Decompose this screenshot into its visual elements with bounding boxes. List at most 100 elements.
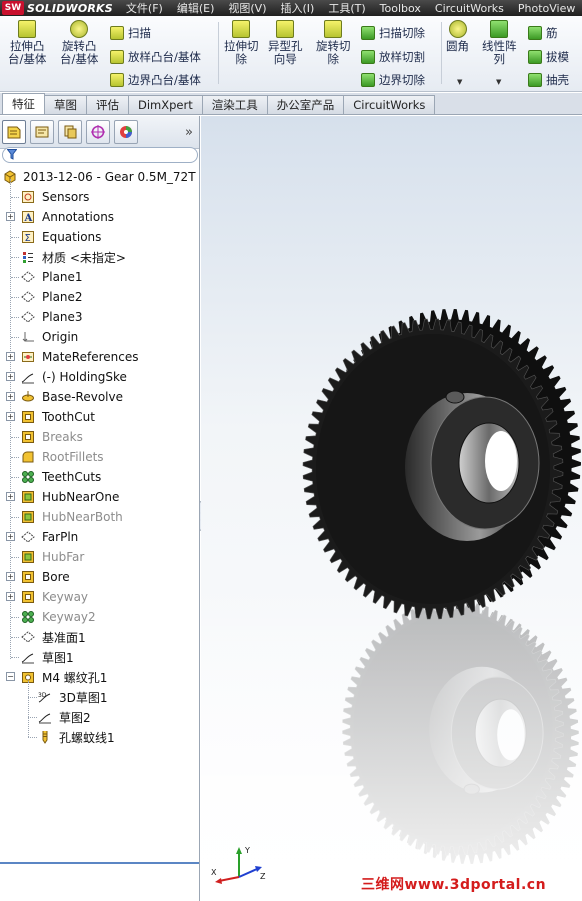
app-logo[interactable]: SW SOLIDWORKS xyxy=(0,0,113,16)
tree-root-label: 2013-12-06 - Gear 0.5M_72T xyxy=(23,170,196,184)
feature-manager-tab-icon[interactable] xyxy=(2,120,26,144)
linear-pattern-button[interactable]: 线性阵 列 xyxy=(482,20,517,66)
tab-circuitworks[interactable]: CircuitWorks xyxy=(343,95,436,114)
menu-photoview[interactable]: PhotoView xyxy=(511,2,582,15)
menu-bar: SW SOLIDWORKS 文件(F) 编辑(E) 视图(V) 插入(I) 工具… xyxy=(0,0,582,16)
extrude-boss-button[interactable]: 拉伸凸 台/基体 xyxy=(8,20,46,66)
loft-boss-button[interactable]: 放样凸台/基体 xyxy=(110,49,201,65)
tree-item[interactable]: Origin xyxy=(0,327,199,347)
menu-toolbox[interactable]: Toolbox xyxy=(373,2,428,15)
tree-item[interactable]: + Base-Revolve xyxy=(0,387,199,407)
extrude-cut-button[interactable]: 拉伸切 除 xyxy=(224,20,259,66)
tree-item[interactable]: Plane3 xyxy=(0,307,199,327)
svg-text:Σ: Σ xyxy=(25,233,31,244)
revolve-boss-button[interactable]: 旋转凸 台/基体 xyxy=(60,20,98,66)
tree-expander-icon[interactable]: + xyxy=(6,532,15,541)
hole-wizard-label-2: 向导 xyxy=(273,52,297,66)
lofted-cut-button[interactable]: 放样切割 xyxy=(361,49,425,65)
boundary-boss-button[interactable]: 边界凸台/基体 xyxy=(110,72,201,88)
tree-item[interactable]: + Bore xyxy=(0,567,199,587)
tree-expander-icon[interactable]: + xyxy=(6,572,15,581)
tree-item[interactable]: 材质 <未指定> xyxy=(0,247,199,267)
tree-item[interactable]: + Keyway xyxy=(0,587,199,607)
configuration-manager-tab-icon[interactable] xyxy=(58,120,82,144)
tree-item-label: Keyway xyxy=(42,590,89,604)
swept-cut-button[interactable]: 扫描切除 xyxy=(361,25,425,41)
tree-item-label: MateReferences xyxy=(42,350,139,364)
sweep-button[interactable]: 扫描 xyxy=(110,25,151,41)
solidworks-logo-icon: SW xyxy=(2,1,24,15)
tree-item[interactable]: − M4 螺纹孔1 xyxy=(0,667,199,687)
tree-item[interactable]: Keyway2 xyxy=(0,607,199,627)
tree-item[interactable]: TeethCuts xyxy=(0,467,199,487)
hole-wizard-button[interactable]: 异型孔 向导 xyxy=(268,20,303,66)
tree-item[interactable]: Sensors xyxy=(0,187,199,207)
shell-button[interactable]: 抽壳 xyxy=(528,72,569,88)
menu-file[interactable]: 文件(F) xyxy=(119,0,170,16)
tree-item[interactable]: Breaks xyxy=(0,427,199,447)
tree-item[interactable]: Σ Equations xyxy=(0,227,199,247)
draft-button[interactable]: 拔模 xyxy=(528,49,569,65)
triad-x-label: X xyxy=(211,868,217,877)
tree-item[interactable]: + FarPln xyxy=(0,527,199,547)
tree-item[interactable]: 孔螺蚊线1 xyxy=(0,727,199,747)
tab-render-tools[interactable]: 渲染工具 xyxy=(201,95,268,114)
tree-expander-icon[interactable]: + xyxy=(6,412,15,421)
tree-expander-icon[interactable]: − xyxy=(6,672,15,681)
menu-view[interactable]: 视图(V) xyxy=(221,0,273,16)
tree-item[interactable]: 草图2 xyxy=(0,707,199,727)
panel-more-chevron-icon[interactable]: » xyxy=(185,125,193,140)
tree-expander-icon[interactable]: + xyxy=(6,492,15,501)
fillet-dropdown-icon[interactable]: ▼ xyxy=(457,78,462,86)
gear-model[interactable] xyxy=(201,116,582,901)
tree-item-label: 材质 <未指定> xyxy=(42,250,126,265)
fillet-button[interactable]: 圆角 xyxy=(446,20,469,53)
tree-item[interactable]: 基准面1 xyxy=(0,627,199,647)
rib-button[interactable]: 筋 xyxy=(528,25,558,41)
tab-sketch[interactable]: 草图 xyxy=(44,95,87,114)
tree-item[interactable]: + (-) HoldingSke xyxy=(0,367,199,387)
feature-tree-filter[interactable] xyxy=(2,147,198,163)
display-manager-tab-icon[interactable] xyxy=(114,120,138,144)
tree-item[interactable]: Plane2 xyxy=(0,287,199,307)
tab-dimxpert[interactable]: DimXpert xyxy=(128,95,203,114)
pattern-icon xyxy=(21,610,35,624)
tree-item-label: Plane3 xyxy=(42,310,83,324)
menu-insert[interactable]: 插入(I) xyxy=(274,0,322,16)
revolve-cut-button[interactable]: 旋转切 除 xyxy=(316,20,351,66)
ribbon-separator xyxy=(218,22,219,84)
tree-item[interactable]: + HubNearOne xyxy=(0,487,199,507)
tree-item[interactable]: 草图1 xyxy=(0,647,199,667)
boundary-cut-button[interactable]: 边界切除 xyxy=(361,72,425,88)
menu-tools[interactable]: 工具(T) xyxy=(321,0,372,16)
dimxpert-manager-tab-icon[interactable] xyxy=(86,120,110,144)
tree-expander-icon[interactable]: + xyxy=(6,592,15,601)
tree-item[interactable]: + A Annotations xyxy=(0,207,199,227)
tree-item[interactable]: HubNearBoth xyxy=(0,507,199,527)
tree-item[interactable]: 3D 3D草图1 xyxy=(0,687,199,707)
tree-item[interactable]: + MateReferences xyxy=(0,347,199,367)
menu-edit[interactable]: 编辑(E) xyxy=(170,0,222,16)
linear-pattern-dropdown-icon[interactable]: ▼ xyxy=(496,78,501,86)
tab-office-products[interactable]: 办公室产品 xyxy=(266,95,345,114)
menu-circuitworks[interactable]: CircuitWorks xyxy=(428,2,511,15)
cut-icon xyxy=(21,590,35,604)
property-manager-tab-icon[interactable] xyxy=(30,120,54,144)
tree-expander-icon[interactable]: + xyxy=(6,392,15,401)
tree-expander-icon[interactable]: + xyxy=(6,352,15,361)
tree-item[interactable]: + ToothCut xyxy=(0,407,199,427)
triad-y-label: Y xyxy=(244,846,250,855)
tree-item-label: 孔螺蚊线1 xyxy=(59,730,115,745)
tree-expander-icon[interactable]: + xyxy=(6,212,15,221)
tree-item-label: 草图2 xyxy=(59,710,91,725)
tree-item[interactable]: HubFar xyxy=(0,547,199,567)
tab-evaluate[interactable]: 评估 xyxy=(86,95,129,114)
tree-expander-icon[interactable]: + xyxy=(6,372,15,381)
tree-item[interactable]: RootFillets xyxy=(0,447,199,467)
boss-icon xyxy=(21,490,35,504)
graphics-viewport[interactable]: Y X Z 三维网www.3dportal.cn xyxy=(201,116,582,901)
tab-features[interactable]: 特征 xyxy=(2,93,45,114)
equation-icon: Σ xyxy=(21,230,35,244)
tree-root-part[interactable]: 2013-12-06 - Gear 0.5M_72T xyxy=(0,167,199,187)
tree-item[interactable]: Plane1 xyxy=(0,267,199,287)
